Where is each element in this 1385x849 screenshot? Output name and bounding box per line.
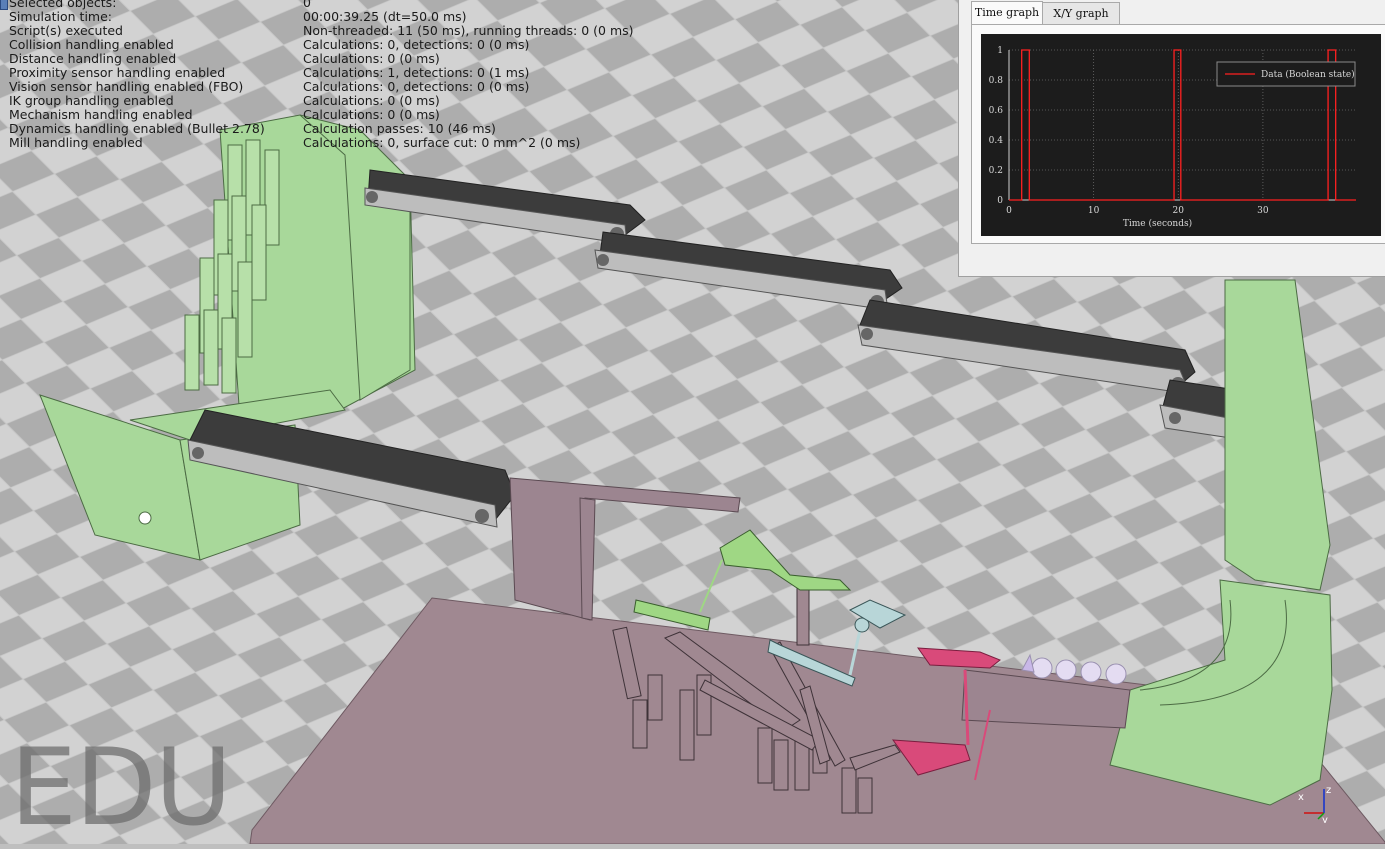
edu-watermark: EDU <box>10 726 232 849</box>
tab-time-graph[interactable]: Time graph <box>971 1 1043 25</box>
svg-text:y: y <box>1322 815 1328 823</box>
info-key: Dynamics handling enabled (Bullet 2.78) <box>9 121 265 136</box>
info-row: Distance handling enabled Calculations: … <box>0 52 640 66</box>
info-key: Collision handling enabled <box>9 37 174 52</box>
y-tick-label: 0.8 <box>989 76 1004 86</box>
info-row: Dynamics handling enabled (Bullet 2.78) … <box>0 122 640 136</box>
info-key: Simulation time: <box>9 9 113 24</box>
info-key: Mill handling enabled <box>9 135 143 150</box>
svg-text:x: x <box>1298 792 1304 803</box>
info-row: Simulation time: 00:00:39.25 (dt=50.0 ms… <box>0 10 640 24</box>
info-row: Script(s) executed Non-threaded: 11 (50 … <box>0 24 640 38</box>
x-tick-label: 20 <box>1173 206 1185 216</box>
info-key: IK group handling enabled <box>9 93 174 108</box>
y-tick-label: 0.2 <box>989 166 1003 176</box>
green-lever <box>633 529 852 631</box>
legend-label: Data (Boolean state) <box>1261 69 1355 80</box>
info-key: Script(s) executed <box>9 23 123 38</box>
info-value: Calculations: 0, detections: 0 (0 ms) <box>303 79 530 94</box>
x-axis-label: Time (seconds) <box>1123 218 1192 229</box>
svg-text:z: z <box>1326 785 1331 796</box>
x-tick-label: 0 <box>1006 206 1012 216</box>
info-value: Calculations: 0, surface cut: 0 mm^2 (0 … <box>303 135 581 150</box>
y-tick-label: 0 <box>997 196 1003 206</box>
y-tick-label: 0.6 <box>989 106 1004 116</box>
y-tick-label: 0.4 <box>989 136 1004 146</box>
info-value: Calculations: 0 (0 ms) <box>303 93 440 108</box>
time-graph-plot[interactable]: 00.20.40.60.810 10 20 30Time (seconds)Data … <box>981 34 1381 236</box>
info-value: Calculations: 1, detections: 0 (1 ms) <box>303 65 530 80</box>
info-row: Proximity sensor handling enabled Calcul… <box>0 66 640 80</box>
conveyor-2 <box>594 231 903 311</box>
info-key: Mechanism handling enabled <box>9 107 193 122</box>
simulation-info-panel: Selected objects: 0 Simulation time: 00:… <box>0 0 640 150</box>
tab-xy-graph[interactable]: X/Y graph <box>1042 2 1120 24</box>
info-value: Calculation passes: 10 (46 ms) <box>303 121 496 136</box>
info-row: Vision sensor handling enabled (FBO) Cal… <box>0 80 640 94</box>
info-row: IK group handling enabled Calculations: … <box>0 94 640 108</box>
info-row: Mechanism handling enabled Calculations:… <box>0 108 640 122</box>
info-row: Mill handling enabled Calculations: 0, s… <box>0 136 640 150</box>
info-key: Proximity sensor handling enabled <box>9 65 226 80</box>
x-tick-label: 10 <box>1088 206 1100 216</box>
y-tick-label: 1 <box>997 46 1003 56</box>
info-value: Non-threaded: 11 (50 ms), running thread… <box>303 23 634 38</box>
info-key: Vision sensor handling enabled (FBO) <box>9 79 244 94</box>
info-value: Calculations: 0 (0 ms) <box>303 51 440 66</box>
graph-window[interactable]: Time graph X/Y graph 0 0.2 0.4 0.6 0.8 1 0 10 20… <box>958 0 1385 277</box>
info-value: Calculations: 0, detections: 0 (0 ms) <box>303 37 530 52</box>
x-tick-label: 30 <box>1257 206 1269 216</box>
info-key: Distance handling enabled <box>9 51 177 66</box>
conveyor-3 <box>857 299 1196 395</box>
info-toggle-icon[interactable] <box>0 0 8 10</box>
xyz-axes-icon: x z y <box>1298 785 1331 823</box>
info-value: Calculations: 0 (0 ms) <box>303 107 440 122</box>
info-value: 00:00:39.25 (dt=50.0 ms) <box>303 9 467 24</box>
info-row: Collision handling enabled Calculations:… <box>0 38 640 52</box>
